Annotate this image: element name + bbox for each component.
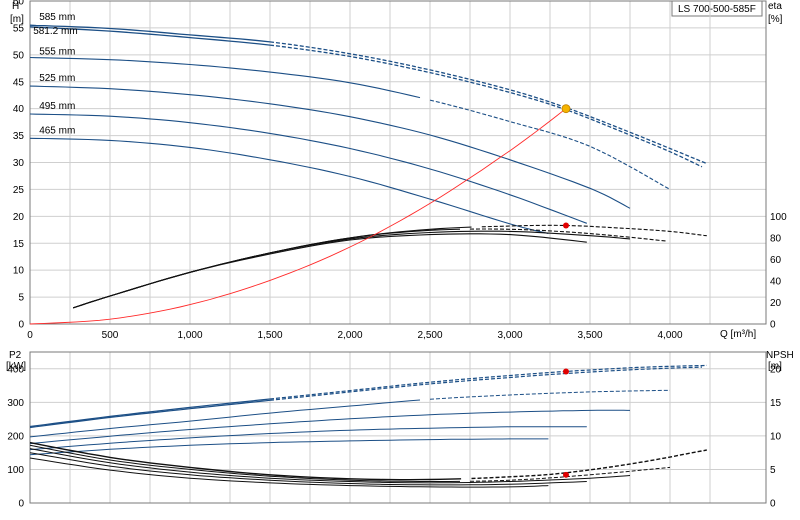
eta-point-marker xyxy=(563,222,569,229)
y-tick-label-h: 45 xyxy=(13,77,25,88)
head-curve-5-solid xyxy=(29,137,549,235)
y-tick-label-npsh: 10 xyxy=(770,431,782,442)
y-tick-label-eta: 0 xyxy=(770,320,776,331)
x-tick-label: 3,000 xyxy=(497,330,522,341)
y-tick-label-npsh: 5 xyxy=(770,465,776,476)
head-curve-2-solid xyxy=(29,56,421,99)
head-curve-label-1: 581.2 mm xyxy=(33,26,77,37)
y-tick-label-h: 50 xyxy=(13,50,25,61)
y-tick-label-npsh: 15 xyxy=(770,398,782,409)
head-curve-label-4: 495 mm xyxy=(39,101,75,112)
npsh-point-marker xyxy=(563,471,569,478)
x-tick-label: 4,000 xyxy=(657,330,682,341)
y-tick-label-h: 5 xyxy=(18,293,24,304)
y-tick-label-eta: 100 xyxy=(770,212,787,223)
power-curve-5-solid xyxy=(29,438,549,456)
y-tick-label-p2: 300 xyxy=(7,398,24,409)
y-tick-label-p2: 100 xyxy=(7,465,24,476)
y-tick-label-h: 55 xyxy=(13,23,25,34)
bottom-plot-curves xyxy=(29,364,707,488)
bottom-plot-ticks: 0 100 200 300 400 0 5 10 15 20 xyxy=(7,364,781,509)
eff-curve-1-solid xyxy=(73,228,461,309)
x-tick-label: 1,000 xyxy=(177,330,202,341)
x-tick-label: 1,500 xyxy=(257,330,282,341)
y-tick-label-h: 20 xyxy=(13,212,25,223)
x-tick-label: 500 xyxy=(102,330,119,341)
power-curve-1-dashed xyxy=(269,366,703,401)
y-tick-label-npsh: 0 xyxy=(770,499,776,510)
bottom-left-axis-title-1: P2 xyxy=(9,350,22,361)
eff-curve-0-solid xyxy=(73,226,472,309)
y-tick-label-p2: 400 xyxy=(7,364,24,375)
top-plot-grid xyxy=(29,0,767,325)
head-curve-label-2: 555 mm xyxy=(39,47,75,58)
y-tick-label-h: 10 xyxy=(13,266,25,277)
title-box: LS 700-500-585F xyxy=(671,0,763,17)
pump-performance-chart: LS 700-500-585F H [m] eta [%] Q [m³/h] P… xyxy=(6,0,794,510)
npsh-curve-0-dashed xyxy=(471,449,707,480)
y-tick-label-h: 15 xyxy=(13,239,25,250)
bottom-right-axis-title-1: NPSH xyxy=(766,350,794,361)
head-curve-label-3: 525 mm xyxy=(39,73,75,84)
eff-curve-0-dashed xyxy=(481,224,707,237)
x-axis-label: Q [m³/h] xyxy=(720,329,756,340)
top-right-axis-title-2: [%] xyxy=(768,14,783,25)
power-curve-4-solid xyxy=(29,426,587,451)
power-point-marker xyxy=(563,368,569,375)
head-curve-3-solid xyxy=(29,85,631,209)
x-tick-label: 2,000 xyxy=(337,330,362,341)
y-tick-label-npsh: 20 xyxy=(770,364,782,375)
y-tick-label-h: 30 xyxy=(13,158,25,169)
power-curve-0-dashed xyxy=(269,364,707,400)
y-tick-label-eta: 80 xyxy=(770,233,782,244)
x-tick-label: 2,500 xyxy=(417,330,442,341)
head-curve-label-0: 585 mm xyxy=(39,12,75,23)
duty-point-marker xyxy=(561,104,571,114)
x-tick-label: 0 xyxy=(27,330,33,341)
y-tick-label-h: 35 xyxy=(13,131,25,142)
y-tick-label-p2: 0 xyxy=(18,499,24,510)
y-tick-label-h: 60 xyxy=(13,0,25,8)
head-curve-label-5: 465 mm xyxy=(39,125,75,136)
y-tick-label-eta: 60 xyxy=(770,255,782,266)
top-plot-curves: 585 mm 581.2 mm 555 mm 525 mm 495 mm 465 mm xyxy=(29,12,708,325)
x-tick-label: 3,500 xyxy=(577,330,602,341)
head-curve-1-dashed xyxy=(269,44,703,168)
y-tick-label-eta: 20 xyxy=(770,298,782,309)
eff-curve-2-solid xyxy=(73,230,631,309)
y-tick-label-h: 25 xyxy=(13,185,25,196)
y-tick-label-p2: 200 xyxy=(7,431,24,442)
top-right-axis-title-1: eta xyxy=(768,1,782,12)
y-tick-label-eta: 40 xyxy=(770,276,782,287)
y-tick-label-h: 0 xyxy=(18,320,24,331)
head-curve-4-solid xyxy=(29,113,587,224)
y-tick-label-h: 40 xyxy=(13,104,25,115)
chart-title: LS 700-500-585F xyxy=(678,4,756,15)
